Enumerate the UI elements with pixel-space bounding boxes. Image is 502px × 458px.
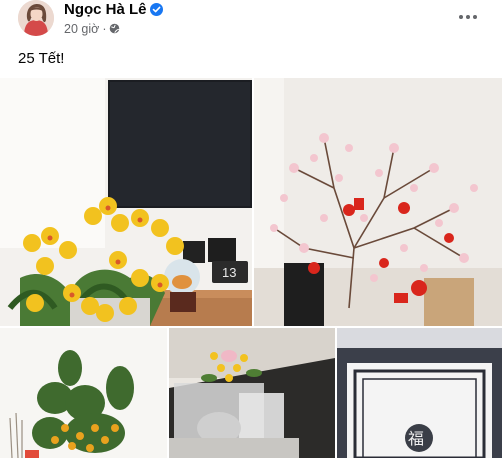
photo-ceiling-calligraphy[interactable]: 福 <box>337 328 502 458</box>
post-meta: 20 giờ · <box>64 22 121 36</box>
more-options-icon[interactable] <box>458 10 478 22</box>
avatar[interactable] <box>18 0 54 36</box>
photo-crystal-tray[interactable] <box>169 328 335 458</box>
author-name[interactable]: Ngọc Hà Lê <box>64 1 147 18</box>
photo-orchid[interactable]: 13 <box>0 78 252 326</box>
verified-badge-icon <box>150 3 163 16</box>
globe-icon[interactable] <box>109 23 121 34</box>
clock-digits: 13 <box>222 265 236 280</box>
post-caption: 25 Tết! <box>18 50 65 67</box>
calligraphy-character: 福 <box>408 429 424 448</box>
post-timestamp[interactable]: 20 giờ <box>64 22 99 36</box>
photo-peach-blossom[interactable] <box>254 78 502 326</box>
post-header: Ngọc Hà Lê 20 giờ · <box>0 0 502 42</box>
photo-kumquat-tree[interactable] <box>0 328 167 458</box>
meta-separator: · <box>102 22 107 36</box>
